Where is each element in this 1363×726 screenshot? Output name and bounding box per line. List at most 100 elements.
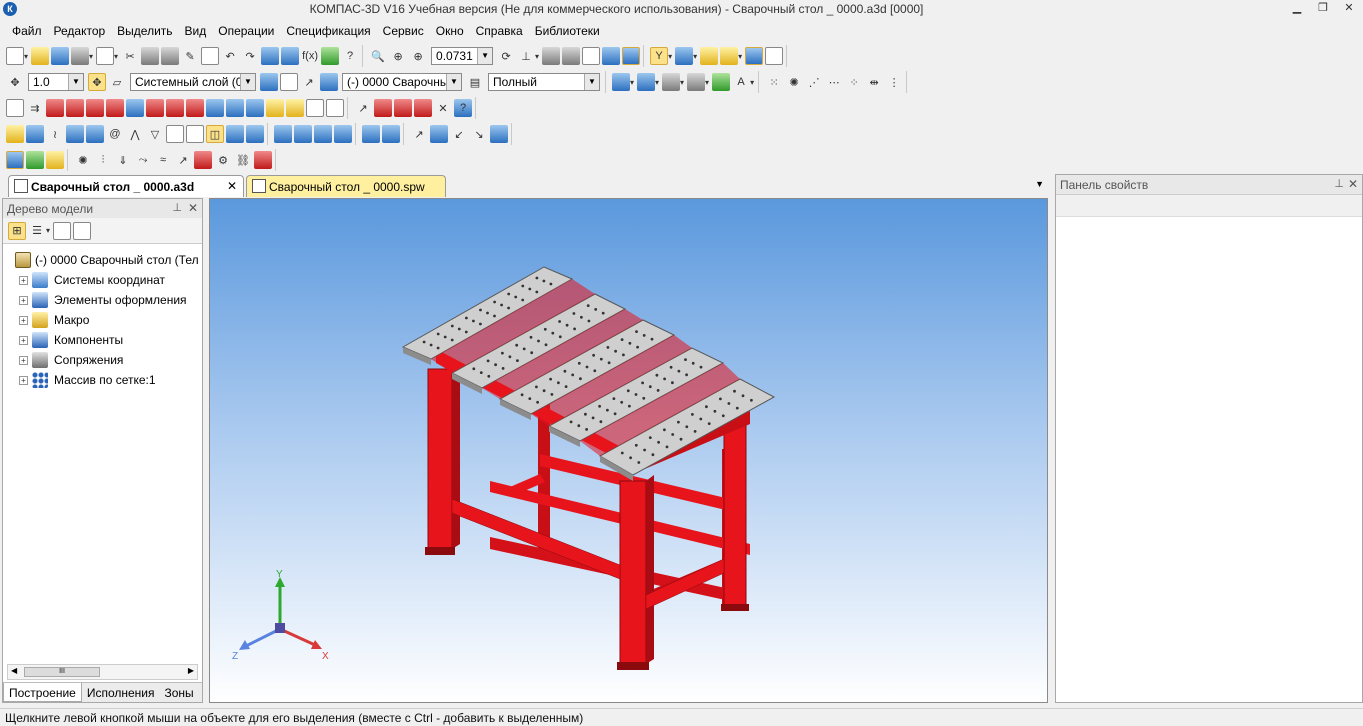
shell-icon[interactable] xyxy=(206,99,224,117)
arrow-down-icon[interactable]: ⇓ xyxy=(114,151,132,169)
surface-icon[interactable] xyxy=(26,151,44,169)
section-icon[interactable] xyxy=(637,73,656,91)
layer-select[interactable]: Системный слой (0) ▼ xyxy=(130,73,256,91)
save-icon[interactable] xyxy=(51,47,70,65)
gear-icon[interactable]: ⚙ xyxy=(214,151,232,169)
cut-extrude-icon[interactable] xyxy=(126,99,144,117)
move-component-icon[interactable] xyxy=(294,125,312,143)
cut-revolve-icon[interactable] xyxy=(146,99,164,117)
orientation-view-icon[interactable] xyxy=(280,73,298,91)
step-input[interactable]: 1.0 ▼ xyxy=(28,73,84,91)
measure-icon[interactable] xyxy=(765,47,784,65)
layout-icon[interactable] xyxy=(186,125,204,143)
part-icon[interactable] xyxy=(320,73,338,91)
minimize-icon[interactable]: ▁ xyxy=(1289,1,1305,15)
wireframe-icon[interactable] xyxy=(542,47,561,65)
chevron-down-icon[interactable]: ▼ xyxy=(68,74,83,90)
horizontal-scrollbar[interactable]: ◀ III ▶ xyxy=(7,664,198,680)
expand-icon[interactable]: + xyxy=(19,275,28,285)
menu-edit[interactable]: Редактор xyxy=(48,24,112,38)
filter-plane-icon[interactable]: ▽ xyxy=(146,125,164,143)
expand-icon[interactable]: + xyxy=(19,335,28,345)
variables-icon[interactable] xyxy=(286,99,304,117)
thin-lines-icon[interactable] xyxy=(582,47,601,65)
show-all-icon[interactable] xyxy=(745,47,764,65)
sweep-icon[interactable] xyxy=(86,99,104,117)
expand-icon[interactable]: + xyxy=(19,295,28,305)
tree-mode-icon[interactable]: ☰ xyxy=(28,222,46,240)
edit-place-icon[interactable]: ↗ xyxy=(300,73,318,91)
halftone-edges-icon[interactable] xyxy=(622,47,641,65)
cube-icon[interactable] xyxy=(26,125,44,143)
tree-view-icon[interactable]: ⊞ xyxy=(8,221,26,240)
expand-icon[interactable]: + xyxy=(19,355,28,365)
curve-icon[interactable]: ↗ xyxy=(354,99,372,117)
hole-icon[interactable] xyxy=(166,99,184,117)
scroll-thumb[interactable]: III xyxy=(24,667,100,677)
info-icon[interactable] xyxy=(326,99,344,117)
tab-assembly[interactable]: Сварочный стол _ 0000.a3d ✕ xyxy=(8,175,244,197)
tab-build[interactable]: Построение xyxy=(3,683,82,702)
wave-icon[interactable]: ≈ xyxy=(154,151,172,169)
representation-icon[interactable]: ▤ xyxy=(466,73,484,91)
array-circular-icon[interactable]: ✺ xyxy=(785,73,803,91)
welding-table-model[interactable] xyxy=(401,266,776,670)
scroll-right-icon[interactable]: ▶ xyxy=(188,666,194,675)
tree-item-grid-array[interactable]: + Массив по сетке:1 xyxy=(3,370,202,390)
measure-table-icon[interactable] xyxy=(166,125,184,143)
mcc-icon[interactable] xyxy=(321,47,340,65)
lcs-icon[interactable] xyxy=(260,73,278,91)
point-icon[interactable] xyxy=(66,125,84,143)
paste-icon[interactable] xyxy=(161,47,180,65)
tab-specification[interactable]: Сварочный стол _ 0000.spw xyxy=(246,175,446,197)
component-icon[interactable] xyxy=(712,73,731,91)
report-icon[interactable] xyxy=(306,99,324,117)
close-tab-icon[interactable]: ✕ xyxy=(227,179,237,193)
thermo-icon[interactable] xyxy=(194,151,212,169)
compact-panel-icon[interactable] xyxy=(6,151,24,169)
array-points-icon[interactable]: ⋯ xyxy=(825,73,843,91)
chart-icon[interactable] xyxy=(226,125,244,143)
menu-specification[interactable]: Спецификация xyxy=(280,24,376,38)
zoom-input[interactable]: 0.0731 ▼ xyxy=(431,47,494,65)
tree-item-macro[interactable]: + Макро xyxy=(3,310,202,330)
spline-icon[interactable]: ≀ xyxy=(46,125,64,143)
loft-icon[interactable] xyxy=(106,99,124,117)
layer-icon[interactable]: ▱ xyxy=(108,73,126,91)
halftone-icon[interactable] xyxy=(602,47,621,65)
weld-icon[interactable]: ⫶ xyxy=(94,151,112,169)
tab-zones[interactable]: Зоны xyxy=(160,683,199,702)
copy-icon[interactable] xyxy=(141,47,160,65)
tab-versions[interactable]: Исполнения xyxy=(82,683,160,702)
close-icon[interactable]: ✕ xyxy=(1341,1,1357,15)
close-icon[interactable]: ✕ xyxy=(1348,177,1358,191)
array-grid-icon[interactable]: ⁙ xyxy=(765,73,783,91)
chain-icon[interactable]: ⛓ xyxy=(234,151,252,169)
collision-icon[interactable] xyxy=(362,125,380,143)
draft-icon[interactable] xyxy=(226,99,244,117)
zoom-window-icon[interactable]: 🔍 xyxy=(369,47,387,65)
filter-icon[interactable]: Y xyxy=(650,47,669,65)
tree-root[interactable]: (-) 0000 Сварочный стол (Тел xyxy=(3,250,202,270)
help-pointer-icon[interactable]: ? xyxy=(341,47,359,65)
chevron-down-icon[interactable]: ▼ xyxy=(446,74,461,90)
perspective-icon[interactable] xyxy=(720,47,739,65)
dimension-diameter-icon[interactable]: ↘ xyxy=(470,125,488,143)
cut-icon[interactable]: ✂ xyxy=(121,47,139,65)
menu-select[interactable]: Выделить xyxy=(111,24,178,38)
symbol-icon[interactable] xyxy=(374,99,392,117)
polyline-icon[interactable]: ⋀ xyxy=(126,125,144,143)
library-icon[interactable] xyxy=(662,73,681,91)
place-component-icon[interactable] xyxy=(274,125,292,143)
part-select[interactable]: (-) 0000 Сварочный ▼ xyxy=(342,73,462,91)
properties-icon[interactable] xyxy=(201,47,220,65)
grid-snap-icon[interactable]: ✥ xyxy=(88,73,106,91)
scroll-left-icon[interactable]: ◀ xyxy=(11,666,17,675)
hidden-lines-icon[interactable] xyxy=(562,47,581,65)
fasteners-icon[interactable] xyxy=(687,73,706,91)
tree-item-components[interactable]: + Компоненты xyxy=(3,330,202,350)
axis-icon[interactable] xyxy=(86,125,104,143)
text-icon[interactable]: A xyxy=(732,73,750,91)
chevron-down-icon[interactable]: ▼ xyxy=(240,74,255,90)
expand-icon[interactable]: + xyxy=(19,315,28,325)
